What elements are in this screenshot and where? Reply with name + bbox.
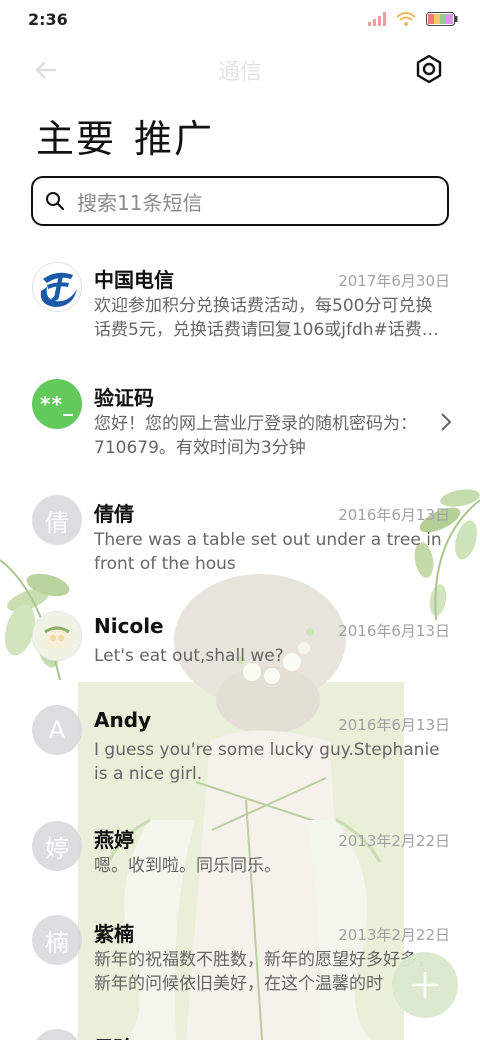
avatar: 楠 xyxy=(32,915,82,965)
china-telecom-logo-icon xyxy=(34,264,80,310)
message-list[interactable]: 中国电信 2017年6月30日 欢迎参加积分兑换话费活动，每500分可兑换话费5… xyxy=(0,250,480,1040)
sender-name: 燕婷 xyxy=(94,828,134,852)
avatar xyxy=(32,611,82,661)
list-item[interactable]: 婷 燕婷 2013年2月22日 嗯。收到啦。同乐同乐。 xyxy=(0,818,480,908)
chevron-right-icon[interactable] xyxy=(440,412,452,432)
message-preview: There was a table set out under a tree i… xyxy=(94,530,442,574)
list-item[interactable]: Nicole 2016年6月13日 Let's eat out,shall we… xyxy=(0,608,480,698)
message-preview: Let's eat out,shall we? xyxy=(94,646,284,666)
wifi-icon xyxy=(396,12,416,26)
sender-name: Andy xyxy=(94,708,152,732)
message-date: 2016年6月13日 xyxy=(338,622,450,640)
avatar: A xyxy=(32,705,82,755)
status-time: 2:36 xyxy=(28,10,68,29)
new-message-button[interactable] xyxy=(392,952,458,1018)
list-item[interactable]: 倩 倩倩 2016年6月13日 There was a table set ou… xyxy=(0,492,480,602)
message-date: 2013年2月22日 xyxy=(338,832,450,850)
sender-name: 紫楠 xyxy=(94,922,134,946)
gear-icon[interactable] xyxy=(414,54,444,84)
tab-primary[interactable]: 主要 xyxy=(36,108,116,163)
toolbar-title: 通信 xyxy=(217,60,262,85)
search-placeholder: 搜索11条短信 xyxy=(77,190,203,215)
message-date: 2016年6月13日 xyxy=(338,716,450,734)
avatar: 婷 xyxy=(32,821,82,871)
list-item[interactable]: A Andy 2016年6月13日 I guess you're some lu… xyxy=(0,702,480,812)
avatar xyxy=(32,1029,82,1040)
message-preview: 欢迎参加积分兑换话费活动，每500分可兑换话费5元，兑换话费请回复106或jfd… xyxy=(94,296,439,340)
sender-name: Nicole xyxy=(94,614,164,638)
tab-promotions[interactable]: 推广 xyxy=(134,108,214,163)
search-icon xyxy=(46,192,65,211)
avatar xyxy=(32,262,82,312)
tab-bar: 主要 推广 xyxy=(36,108,214,163)
status-icons xyxy=(368,12,458,26)
sender-name: 子玲 xyxy=(94,1032,134,1040)
status-bar: 2:36 xyxy=(0,0,480,40)
message-date: 2017年6月30日 xyxy=(338,272,450,290)
message-preview: 您好！您的网上营业厅登录的随机密码为：710679。有效时间为3分钟 xyxy=(94,414,417,458)
message-preview: I guess you're some lucky guy.Stephanie … xyxy=(94,740,440,784)
sender-name: 倩倩 xyxy=(94,502,134,526)
list-item[interactable]: 中国电信 2017年6月30日 欢迎参加积分兑换话费活动，每500分可兑换话费5… xyxy=(0,250,480,362)
sender-name: 验证码 xyxy=(94,386,154,410)
list-item[interactable]: **_ 验证码 您好！您的网上营业厅登录的随机密码为：710679。有效时间为3… xyxy=(0,368,480,478)
battery-icon xyxy=(426,12,458,26)
avatar: 倩 xyxy=(32,495,82,545)
list-item[interactable]: 子玲 xyxy=(0,1026,480,1040)
message-date: 2013年2月22日 xyxy=(338,926,450,944)
plus-icon xyxy=(411,971,439,999)
sender-name: 中国电信 xyxy=(94,268,174,292)
search-input[interactable]: 搜索11条短信 xyxy=(31,176,449,226)
message-preview: 嗯。收到啦。同乐同乐。 xyxy=(94,856,281,876)
avatar: **_ xyxy=(32,379,82,429)
contact-photo-icon xyxy=(33,612,81,660)
signal-icon xyxy=(368,12,386,26)
message-date: 2016年6月13日 xyxy=(338,506,450,524)
toolbar: 通信 xyxy=(0,44,480,96)
